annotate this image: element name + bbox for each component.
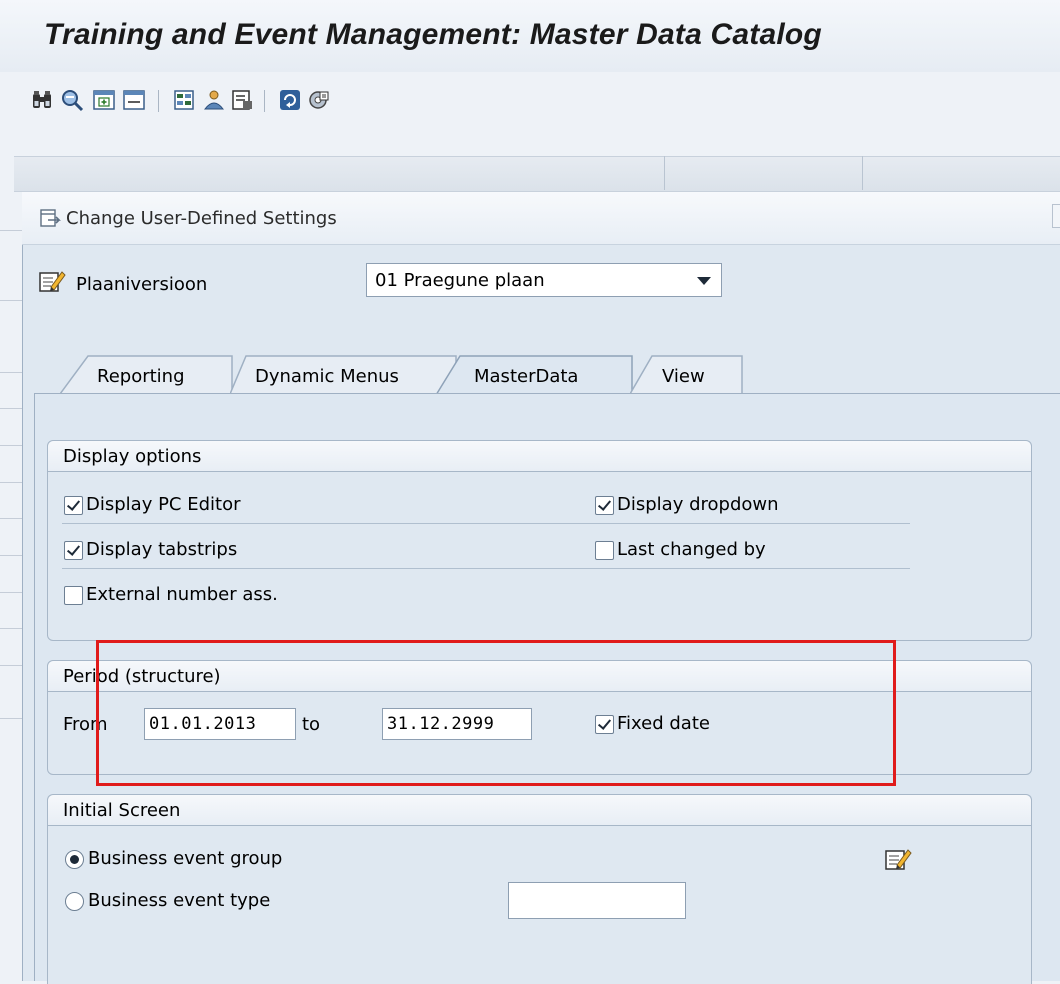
display-tabstrips-label: Display tabstrips [86,539,238,560]
initial-screen-title: Initial Screen [63,800,181,821]
background-grid-header [14,156,1060,192]
tab-masterdata[interactable]: MasterData [436,354,636,395]
grid-row-line [0,300,22,301]
tab-view[interactable]: View [630,354,744,394]
business-event-group-radio[interactable] [65,850,84,869]
plan-version-dropdown[interactable]: 01 Praegune plaan [366,263,722,297]
window-title: Training and Event Management: Master Da… [44,18,822,51]
plan-version-label: Plaaniversioon [76,274,208,295]
last-changed-by-label: Last changed by [617,539,766,560]
grid-row-line [0,665,22,666]
application-toolbar [0,72,1060,130]
row-divider [62,523,910,524]
grid-row-line [0,555,22,556]
business-event-group-label: Business event group [88,848,283,869]
display-dropdown-checkbox[interactable] [595,496,614,515]
dialog-title: Change User-Defined Settings [66,208,337,229]
tab-reporting[interactable]: Reporting [60,354,234,394]
grid-row-line [0,628,22,629]
business-event-type-label: Business event type [88,890,271,911]
dialog-edge-button[interactable] [1052,204,1060,228]
initial-screen-group: Initial Screen Business event group Busi… [47,794,1032,984]
toolbar-separator [264,90,265,112]
display-options-group: Display options Display PC Editor Displa… [47,440,1032,641]
settings-icon[interactable] [306,88,330,112]
grid-row-line [0,445,22,446]
grid-row-line [0,592,22,593]
external-number-label: External number ass. [86,584,278,605]
dropdown-arrow-icon[interactable] [697,277,711,285]
change-settings-icon [40,209,61,227]
display-options-title: Display options [63,446,202,467]
edit-settings-icon[interactable] [884,846,912,872]
initial-screen-header: Initial Screen [48,795,1031,826]
external-number-checkbox[interactable] [64,586,83,605]
refresh-icon[interactable] [278,88,302,112]
grid-row-line [0,718,22,719]
row-divider [62,568,910,569]
display-tabstrips-checkbox[interactable] [64,541,83,560]
tab-reporting-label: Reporting [97,366,185,387]
display-dropdown-label: Display dropdown [617,494,779,515]
business-event-type-input[interactable] [508,882,686,919]
find-next-icon[interactable] [60,88,84,112]
find-icon[interactable] [30,88,54,112]
grid-row-line [0,230,22,231]
business-event-type-radio[interactable] [65,892,84,911]
display-options-header: Display options [48,441,1031,472]
grid-column-divider [862,156,863,190]
grid-row-line [0,408,22,409]
grid-row-line [0,482,22,483]
person-icon[interactable] [202,88,226,112]
last-changed-by-checkbox[interactable] [595,541,614,560]
title-bar: Training and Event Management: Master Da… [0,0,1060,73]
details-icon[interactable] [230,88,254,112]
display-pc-editor-label: Display PC Editor [86,494,241,515]
tab-masterdata-label: MasterData [474,366,579,387]
grid-column-divider [664,156,665,190]
tab-view-label: View [662,366,705,387]
grid-row-line [0,372,22,373]
tab-dynamic-menus[interactable]: Dynamic Menus [230,354,460,394]
tab-dynamic-menus-label: Dynamic Menus [255,366,399,387]
structure-icon[interactable] [172,88,196,112]
collapse-icon[interactable] [122,88,146,112]
plan-version-value: 01 Praegune plaan [375,270,545,291]
grid-row-line [0,518,22,519]
display-pc-editor-checkbox[interactable] [64,496,83,515]
plan-version-edit-icon [39,271,66,292]
highlight-rectangle [96,640,896,786]
expand-icon[interactable] [92,88,116,112]
toolbar-separator [158,90,159,112]
